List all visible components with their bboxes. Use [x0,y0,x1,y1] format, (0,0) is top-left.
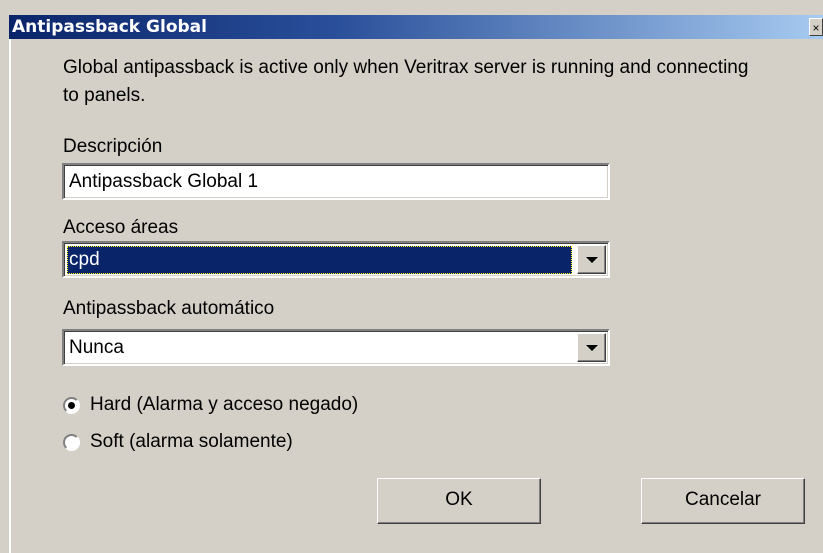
cancel-button[interactable]: Cancelar [641,478,805,524]
chevron-down-icon[interactable] [577,333,606,362]
radio-unchecked-icon[interactable] [63,434,80,451]
ok-button[interactable]: OK [377,478,541,524]
close-icon[interactable]: × [809,18,823,36]
description-value: Antipassback Global 1 [69,171,259,192]
access-areas-selected: cpd [67,246,572,274]
access-areas-label: Acceso áreas [63,217,179,238]
window-left-border [9,39,12,553]
description-label: Descripción [63,136,163,157]
auto-antipassback-selected: Nunca [69,337,124,358]
access-areas-dropdown[interactable]: cpd [62,241,610,278]
auto-antipassback-dropdown[interactable]: Nunca [62,329,610,366]
title-bar[interactable]: Antipassback Global × [9,15,823,39]
radio-hard-label: Hard (Alarma y acceso negado) [90,394,359,415]
chevron-down-icon[interactable] [577,245,606,274]
description-field[interactable]: Antipassback Global 1 [62,163,610,200]
window-title: Antipassback Global [12,17,207,37]
info-text: Global antipassback is active only when … [63,57,749,106]
auto-antipassback-label: Antipassback automático [63,298,275,319]
radio-checked-icon[interactable] [63,397,80,414]
radio-soft-label: Soft (alarma solamente) [90,431,293,452]
